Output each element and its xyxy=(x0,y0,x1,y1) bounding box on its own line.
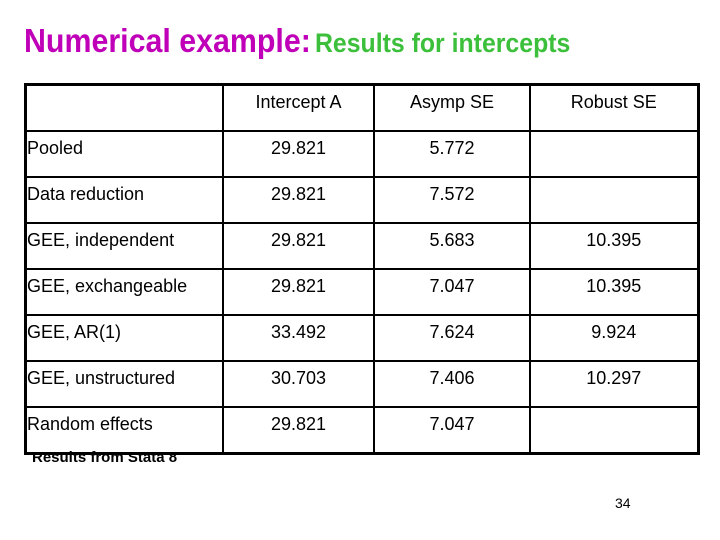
intercept-cell: 29.821 xyxy=(222,406,375,455)
header-empty xyxy=(24,83,224,132)
method-cell: Random effects xyxy=(24,406,224,455)
table-row: GEE, exchangeable 29.821 7.047 10.395 xyxy=(24,268,699,316)
title-part-2: Results for intercepts xyxy=(314,28,571,58)
slide-title: Numerical example: Results for intercept… xyxy=(24,22,570,60)
header-asymp-se: Asymp SE xyxy=(373,83,531,132)
intercept-cell: 29.821 xyxy=(222,222,375,270)
asymp-se-cell: 5.772 xyxy=(373,130,531,178)
table-header-row: Intercept A Asymp SE Robust SE xyxy=(24,83,699,132)
table-row: Random effects 29.821 7.047 xyxy=(24,406,699,455)
method-cell: GEE, independent xyxy=(24,222,224,270)
robust-se-cell xyxy=(529,130,699,178)
intercept-cell: 29.821 xyxy=(222,130,375,178)
title-part-1: Numerical example: xyxy=(24,22,311,59)
method-cell: Pooled xyxy=(24,130,224,178)
header-intercept: Intercept A xyxy=(222,83,375,132)
asymp-se-cell: 7.047 xyxy=(373,406,531,455)
header-robust-se: Robust SE xyxy=(529,83,699,132)
results-table: Intercept A Asymp SE Robust SE Pooled 29.… xyxy=(24,83,700,455)
robust-se-cell: 10.297 xyxy=(529,360,699,408)
intercept-cell: 30.703 xyxy=(222,360,375,408)
method-cell: GEE, unstructured xyxy=(24,360,224,408)
asymp-se-cell: 7.047 xyxy=(373,268,531,316)
table-row: GEE, AR(1) 33.492 7.624 9.924 xyxy=(24,314,699,362)
intercept-cell: 29.821 xyxy=(222,176,375,224)
asymp-se-cell: 5.683 xyxy=(373,222,531,270)
robust-se-cell: 10.395 xyxy=(529,222,699,270)
robust-se-cell: 9.924 xyxy=(529,314,699,362)
method-cell: Data reduction xyxy=(24,176,224,224)
method-cell: GEE, exchangeable xyxy=(24,268,224,316)
page-number: 34 xyxy=(615,495,631,511)
table-row: GEE, unstructured 30.703 7.406 10.297 xyxy=(24,360,699,408)
robust-se-cell xyxy=(529,406,699,455)
robust-se-cell xyxy=(529,176,699,224)
asymp-se-cell: 7.406 xyxy=(373,360,531,408)
intercept-cell: 29.821 xyxy=(222,268,375,316)
intercept-cell: 33.492 xyxy=(222,314,375,362)
asymp-se-cell: 7.572 xyxy=(373,176,531,224)
method-cell: GEE, AR(1) xyxy=(24,314,224,362)
table-row: Data reduction 29.821 7.572 xyxy=(24,176,699,224)
asymp-se-cell: 7.624 xyxy=(373,314,531,362)
table-row: Pooled 29.821 5.772 xyxy=(24,130,699,178)
source-note: Results from Stata 8 xyxy=(32,449,178,466)
robust-se-cell: 10.395 xyxy=(529,268,699,316)
table-row: GEE, independent 29.821 5.683 10.395 xyxy=(24,222,699,270)
